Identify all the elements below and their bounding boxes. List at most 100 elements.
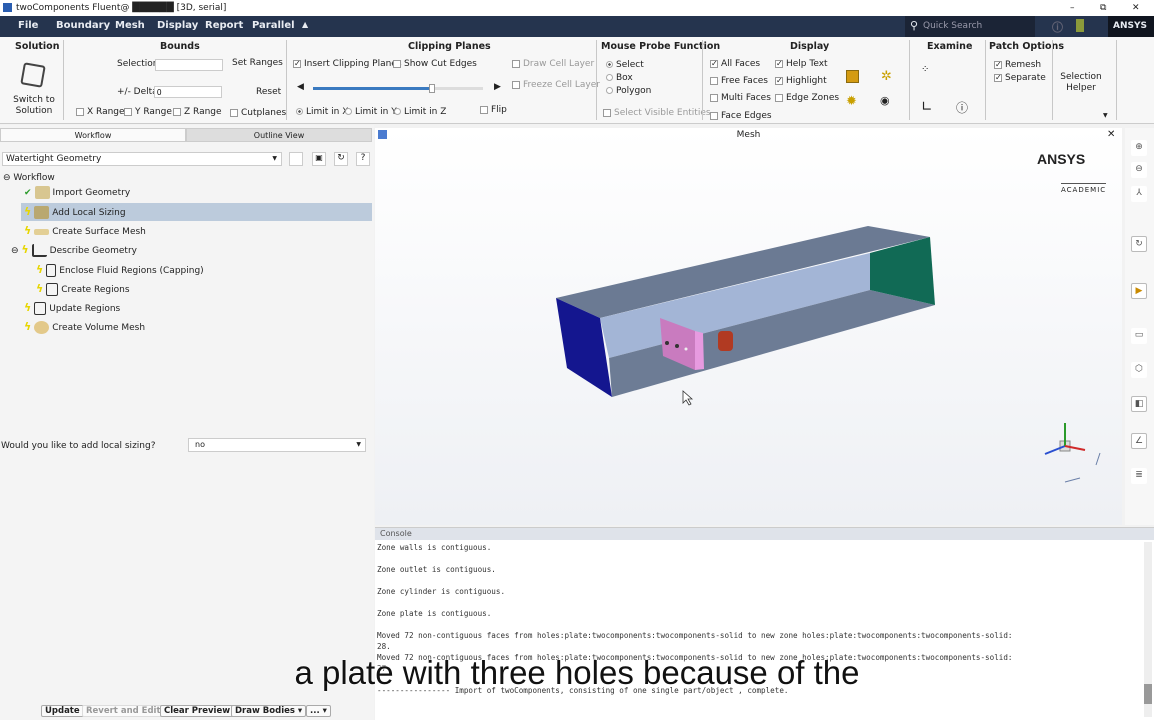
menu-mesh[interactable]: Mesh (115, 20, 145, 31)
flip-checkbox[interactable]: Flip (480, 105, 507, 115)
tab-outline-view[interactable]: Outline View (186, 128, 372, 142)
delta-input[interactable] (154, 86, 222, 98)
select-visible-entities-checkbox[interactable]: Select Visible Entities (603, 108, 711, 118)
copy-icon[interactable] (846, 70, 859, 83)
revert-and-edit-button[interactable]: Revert and Edit (82, 705, 165, 717)
draw-cell-layer-checkbox[interactable]: Draw Cell Layer (512, 59, 594, 69)
help-text-checkbox[interactable]: ✓ Help Text (775, 59, 828, 69)
plate-hole (675, 344, 679, 348)
tree-item-create-surface-mesh[interactable]: ϟ Create Surface Mesh (24, 222, 146, 240)
tree-item-create-volume-mesh[interactable]: ϟ Create Volume Mesh (24, 318, 145, 336)
probe-box-radio[interactable]: Box (606, 73, 633, 83)
close-button[interactable]: ✕ (1132, 0, 1140, 16)
selection-helper-button[interactable]: Selection Helper (1060, 72, 1102, 94)
collapse-ribbon-icon[interactable]: ▲ (302, 20, 308, 29)
freeze-cell-layer-checkbox[interactable]: Freeze Cell Layer (512, 80, 600, 90)
menu-parallel[interactable]: Parallel (252, 20, 295, 31)
set-ranges-button[interactable]: Set Ranges (232, 58, 283, 68)
clipping-slider[interactable] (313, 84, 483, 93)
display-group-title: Display (790, 41, 830, 52)
tree-item-create-regions[interactable]: ϟ Create Regions (36, 280, 130, 298)
examine-group-title: Examine (927, 41, 973, 52)
gear-icon[interactable]: ✹ (846, 94, 857, 109)
draw-bodies-button[interactable]: Draw Bodies ▾ (231, 705, 307, 717)
menu-boundary[interactable]: Boundary (56, 20, 110, 31)
tree-item-add-local-sizing[interactable]: ϟ Add Local Sizing (21, 203, 372, 221)
slider-handle[interactable] (429, 84, 435, 93)
notes-icon[interactable]: ≣ (1131, 468, 1147, 484)
menu-display[interactable]: Display (157, 20, 198, 31)
y-range-checkbox[interactable]: Y Range (124, 107, 172, 117)
x-range-checkbox[interactable]: X Range (76, 107, 125, 117)
update-button[interactable]: Update (41, 705, 84, 717)
mesh-model (556, 226, 1101, 483)
help-icon[interactable]: ? (356, 152, 370, 166)
quick-search[interactable]: ⚲ Quick Search (905, 16, 1035, 37)
capping-icon (46, 264, 57, 277)
measure-icon[interactable]: ∠ (1131, 433, 1147, 449)
help-icon[interactable]: ⓘ (1052, 19, 1063, 35)
refresh-icon[interactable]: ↻ (334, 152, 348, 166)
bounds-group-title: Bounds (160, 41, 200, 52)
switch-to-solution-button[interactable]: Switch to Solution (10, 95, 58, 117)
face-edges-checkbox[interactable]: Face Edges (710, 111, 772, 121)
axes-icon[interactable]: ⅄ (1131, 186, 1147, 202)
zoom-fit-icon[interactable]: ⊕ (1131, 140, 1147, 156)
limit-z-radio[interactable]: Limit in Z (394, 107, 446, 117)
clear-preview-button[interactable]: Clear Preview (160, 705, 235, 717)
remesh-checkbox[interactable]: ✓ Remesh (994, 60, 1041, 70)
edge-zones-checkbox[interactable]: Edge Zones (775, 93, 839, 103)
tree-item-describe-geometry[interactable]: ⊖ ϟ Describe Geometry (11, 241, 137, 259)
burst-icon[interactable]: ✲ (881, 69, 892, 84)
tree-item-enclose-fluid-regions[interactable]: ϟ Enclose Fluid Regions (Capping) (36, 261, 204, 279)
tree-item-update-regions[interactable]: ϟ Update Regions (24, 299, 120, 317)
limit-y-radio[interactable]: Limit in Y (345, 107, 397, 117)
ribbon-expand-icon[interactable]: ▼ (1103, 112, 1108, 119)
rotate-icon[interactable]: ↻ (1131, 236, 1147, 252)
menu-report[interactable]: Report (205, 20, 243, 31)
multi-faces-checkbox[interactable]: Multi Faces (710, 93, 771, 103)
switch-to-solution-icon (20, 62, 46, 88)
minimize-button[interactable]: – (1070, 0, 1075, 16)
selection-label: Selection (117, 59, 159, 69)
tab-workflow[interactable]: Workflow (0, 128, 186, 142)
open-icon[interactable] (289, 152, 303, 166)
iso-view-icon[interactable]: ⬡ (1131, 362, 1147, 378)
measure-icon[interactable]: ∟ (921, 99, 933, 115)
insert-clipping-planes-checkbox[interactable]: ✓ Insert Clipping Planes (293, 59, 402, 69)
ruler-icon[interactable]: ▭ (1131, 328, 1147, 344)
local-sizing-question: Would you like to add local sizing? (1, 441, 156, 451)
notes-icon[interactable] (1076, 19, 1084, 32)
menu-file[interactable]: File (18, 20, 38, 31)
z-range-checkbox[interactable]: Z Range (173, 107, 222, 117)
eye-icon[interactable]: ◉ (880, 94, 890, 107)
workflow-type-select[interactable]: Watertight Geometry ▼ (2, 152, 282, 166)
surface-mesh-icon (34, 228, 50, 235)
probe-select-radio[interactable]: Select (606, 60, 644, 70)
pan-icon[interactable]: ▶ (1131, 283, 1147, 299)
all-faces-checkbox[interactable]: ✓ All Faces (710, 59, 760, 69)
separate-checkbox[interactable]: ✓ Separate (994, 73, 1046, 83)
nodes-icon[interactable]: ⁘ (921, 64, 929, 75)
ribbon: Solution Switch to Solution Bounds Selec… (0, 37, 1154, 124)
info-icon[interactable]: ⓘ (956, 99, 968, 116)
search-placeholder: Quick Search (923, 21, 983, 31)
free-faces-checkbox[interactable]: Free Faces (710, 76, 768, 86)
probe-polygon-radio[interactable]: Polygon (606, 86, 651, 96)
zoom-in-icon[interactable]: ⊖ (1131, 162, 1147, 178)
local-sizing-select[interactable]: no ▼ (188, 438, 366, 452)
limit-x-radio[interactable]: Limit in X (296, 107, 348, 117)
save-icon[interactable]: ▣ (312, 152, 326, 166)
tree-item-import-geometry[interactable]: ✔ Import Geometry (24, 184, 130, 202)
camera-icon[interactable]: ◧ (1131, 396, 1147, 412)
reset-button[interactable]: Reset (256, 87, 281, 97)
maximize-button[interactable]: ⧉ (1100, 0, 1106, 16)
slider-right-arrow-icon[interactable]: ▶ (494, 82, 501, 92)
more-button[interactable]: ... ▾ (306, 705, 331, 717)
selection-input[interactable] (155, 59, 223, 71)
highlight-checkbox[interactable]: ✓ Highlight (775, 76, 827, 86)
show-cut-edges-checkbox[interactable]: Show Cut Edges (393, 59, 477, 69)
slider-left-arrow-icon[interactable]: ◀ (297, 82, 304, 92)
graphics-viewport[interactable]: Mesh ✕ ANSYS ACADEMIC ⇲ • / ◿ ▱ ⬡ ● ⁙ ▪-… (375, 128, 1122, 644)
cutplanes-checkbox[interactable]: Cutplanes (230, 108, 286, 118)
